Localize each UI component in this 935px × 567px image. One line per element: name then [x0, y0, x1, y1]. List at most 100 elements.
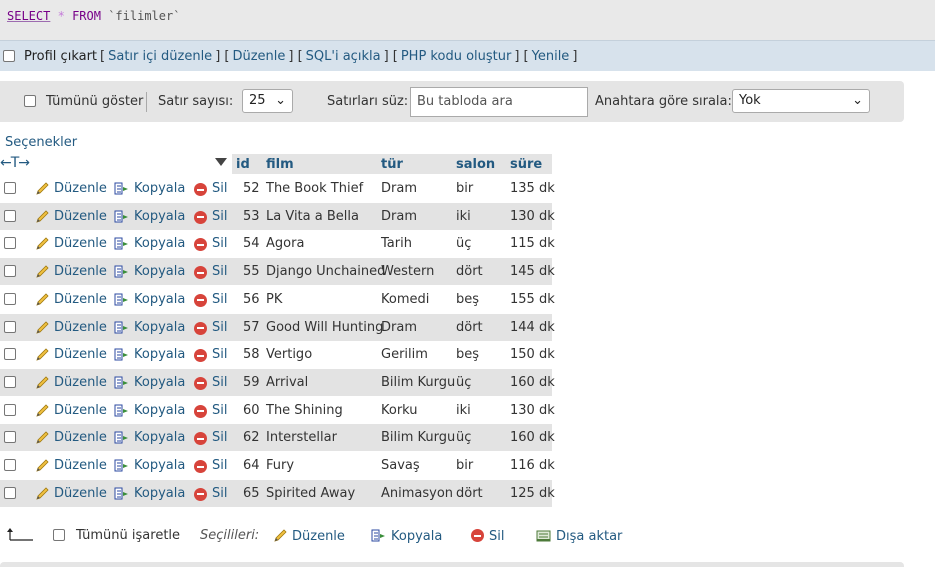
delete-icon[interactable]	[194, 266, 207, 280]
edit-link[interactable]: Düzenle	[54, 458, 107, 473]
pencil-icon[interactable]	[35, 265, 51, 279]
row-checkbox[interactable]	[4, 459, 16, 471]
delete-icon[interactable]	[194, 432, 207, 446]
copy-icon[interactable]	[114, 182, 130, 196]
row-checkbox[interactable]	[4, 403, 16, 416]
delete-link[interactable]: Sil	[212, 430, 227, 445]
edit-query-link[interactable]: Düzenle	[232, 49, 285, 64]
edit-link[interactable]: Düzenle	[54, 264, 107, 279]
bulk-edit-button[interactable]: Düzenle	[292, 529, 345, 544]
sql-query-area[interactable]: SELECT * FROM `filimler`	[0, 0, 935, 40]
edit-link[interactable]: Düzenle	[54, 320, 107, 335]
refresh-link[interactable]: Yenile	[532, 49, 570, 64]
column-header-id[interactable]: id	[236, 157, 250, 172]
delete-link[interactable]: Sil	[212, 403, 227, 418]
copy-link[interactable]: Kopyala	[134, 430, 185, 445]
profile-checkbox[interactable]	[3, 50, 15, 62]
copy-icon[interactable]	[114, 348, 130, 362]
sort-select[interactable]: Yok ⌄	[732, 89, 870, 113]
delete-link[interactable]: Sil	[212, 347, 227, 362]
delete-link[interactable]: Sil	[212, 236, 227, 251]
delete-icon[interactable]	[194, 487, 207, 501]
copy-icon[interactable]	[114, 376, 130, 390]
delete-icon[interactable]	[194, 321, 207, 335]
delete-link[interactable]: Sil	[212, 264, 227, 279]
column-header-salon[interactable]: salon	[456, 157, 495, 172]
edit-link[interactable]: Düzenle	[54, 430, 107, 445]
row-checkbox[interactable]	[4, 182, 16, 194]
delete-icon[interactable]	[194, 183, 207, 196]
edit-link[interactable]: Düzenle	[54, 403, 107, 418]
pencil-icon[interactable]	[35, 487, 51, 501]
pencil-icon[interactable]	[35, 404, 51, 418]
row-checkbox[interactable]	[4, 375, 16, 388]
copy-icon[interactable]	[114, 265, 130, 279]
delete-icon[interactable]	[194, 238, 207, 252]
copy-icon[interactable]	[114, 293, 130, 307]
pencil-icon[interactable]	[35, 348, 51, 362]
copy-link[interactable]: Kopyala	[134, 320, 185, 335]
delete-link[interactable]: Sil	[212, 209, 227, 224]
row-checkbox[interactable]	[4, 292, 16, 305]
delete-icon[interactable]	[471, 529, 484, 542]
sort-triangle-icon[interactable]	[215, 158, 227, 166]
edit-link[interactable]: Düzenle	[54, 375, 107, 390]
delete-icon[interactable]	[194, 210, 207, 224]
options-link[interactable]: Seçenekler	[5, 135, 77, 150]
row-checkbox[interactable]	[4, 431, 16, 444]
pencil-icon[interactable]	[35, 376, 51, 390]
show-all-checkbox[interactable]	[24, 95, 36, 107]
pencil-icon[interactable]	[35, 431, 51, 445]
check-all-label[interactable]: Tümünü işaretle	[76, 528, 180, 543]
pencil-icon[interactable]	[35, 237, 51, 251]
delete-icon[interactable]	[194, 404, 207, 418]
profile-label[interactable]: Profil çıkart	[24, 49, 97, 64]
explain-sql-link[interactable]: SQL'i açıkla	[306, 49, 381, 64]
inline-edit-link[interactable]: Satır içi düzenle	[108, 49, 212, 64]
pencil-icon[interactable]	[35, 320, 51, 335]
copy-link[interactable]: Kopyala	[134, 403, 185, 418]
edit-link[interactable]: Düzenle	[54, 347, 107, 362]
pencil-icon[interactable]	[273, 529, 289, 543]
copy-link[interactable]: Kopyala	[134, 486, 185, 501]
copy-icon[interactable]	[114, 404, 130, 418]
delete-link[interactable]: Sil	[212, 181, 227, 196]
copy-icon[interactable]	[114, 431, 130, 445]
delete-icon[interactable]	[194, 460, 207, 473]
row-checkbox[interactable]	[4, 348, 16, 361]
row-checkbox[interactable]	[4, 486, 16, 499]
row-checkbox[interactable]	[4, 320, 16, 333]
create-php-link[interactable]: PHP kodu oluştur	[401, 49, 512, 64]
pencil-icon[interactable]	[35, 182, 51, 196]
row-count-select[interactable]: 25 ⌄	[242, 89, 293, 113]
edit-link[interactable]: Düzenle	[54, 181, 107, 196]
delete-link[interactable]: Sil	[212, 320, 227, 335]
filter-input[interactable]: Bu tabloda ara	[410, 87, 588, 117]
copy-icon[interactable]	[371, 529, 387, 543]
delete-link[interactable]: Sil	[212, 486, 227, 501]
copy-icon[interactable]	[114, 487, 130, 501]
check-all-checkbox[interactable]	[53, 529, 65, 541]
column-header-tur[interactable]: tür	[381, 157, 403, 172]
delete-icon[interactable]	[194, 349, 207, 363]
edit-link[interactable]: Düzenle	[54, 486, 107, 501]
copy-icon[interactable]	[114, 210, 130, 224]
copy-link[interactable]: Kopyala	[134, 375, 185, 390]
row-checkbox[interactable]	[4, 237, 16, 250]
delete-link[interactable]: Sil	[212, 375, 227, 390]
copy-link[interactable]: Kopyala	[134, 292, 185, 307]
column-header-sure[interactable]: süre	[510, 157, 542, 172]
copy-link[interactable]: Kopyala	[134, 264, 185, 279]
edit-link[interactable]: Düzenle	[54, 236, 107, 251]
copy-icon[interactable]	[114, 459, 130, 473]
row-checkbox[interactable]	[4, 265, 16, 278]
show-all-label[interactable]: Tümünü göster	[46, 94, 143, 109]
delete-link[interactable]: Sil	[212, 292, 227, 307]
row-checkbox[interactable]	[4, 209, 16, 222]
pencil-icon[interactable]	[35, 293, 51, 307]
pencil-icon[interactable]	[35, 210, 51, 224]
bulk-delete-button[interactable]: Sil	[489, 529, 504, 544]
edit-link[interactable]: Düzenle	[54, 292, 107, 307]
delete-link[interactable]: Sil	[212, 458, 227, 473]
copy-link[interactable]: Kopyala	[134, 236, 185, 251]
